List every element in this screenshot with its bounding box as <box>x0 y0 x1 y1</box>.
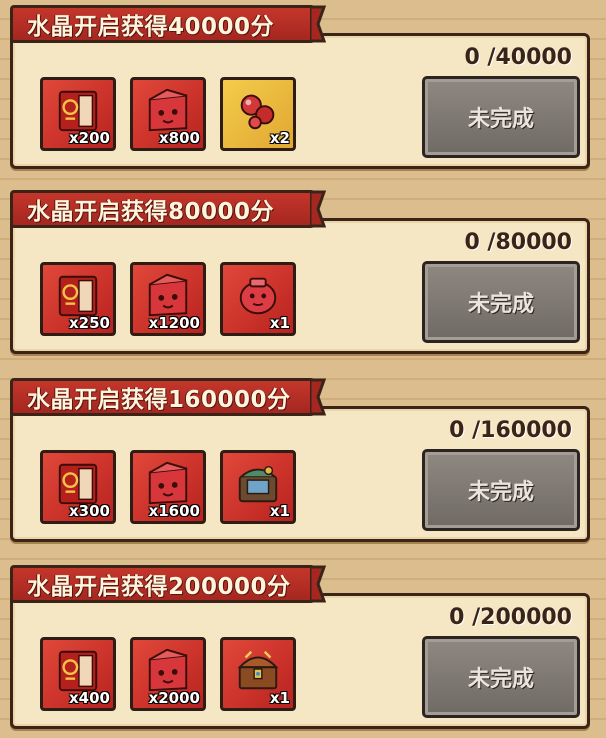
red-book-icon <box>53 86 103 134</box>
reward-item[interactable]: x200 <box>40 77 116 151</box>
red-book-icon <box>53 646 103 694</box>
reward-items: x300 x1600 x1 <box>40 450 296 524</box>
reward-count: x200 <box>69 129 110 147</box>
banner-tail-icon <box>310 378 326 416</box>
reward-count: x250 <box>69 314 110 332</box>
treasure-bundle-icon <box>233 459 283 507</box>
reward-count: x1600 <box>148 502 200 520</box>
tier-title: 水晶开启获得40000分 <box>10 5 315 43</box>
red-crystal-box-icon <box>143 459 193 507</box>
reward-items: x250 x1200 x1 <box>40 262 296 336</box>
red-crystal-box-icon <box>143 86 193 134</box>
reward-tier-card: 水晶开启获得160000分 0 /160000 x300 x1600 x1 未完成 <box>10 378 590 543</box>
reward-count: x1 <box>269 689 290 707</box>
tier-progress: 0 /80000 <box>464 230 572 255</box>
reward-item[interactable]: x1200 <box>130 262 206 336</box>
claim-button[interactable]: 未完成 <box>422 636 580 718</box>
reward-item[interactable]: x1 <box>220 637 296 711</box>
reward-count: x800 <box>159 129 200 147</box>
reward-tier-card: 水晶开启获得40000分 0 /40000 x200 x800 x2 未完成 <box>10 5 590 170</box>
banner-tail-icon <box>310 190 326 228</box>
reward-item[interactable]: x1 <box>220 262 296 336</box>
red-gem-pot-icon <box>233 271 283 319</box>
red-gem-pack-icon <box>233 86 283 134</box>
tier-progress: 0 /40000 <box>464 45 572 70</box>
reward-item[interactable]: x250 <box>40 262 116 336</box>
reward-count: x300 <box>69 502 110 520</box>
reward-item[interactable]: x300 <box>40 450 116 524</box>
red-book-icon <box>53 271 103 319</box>
reward-tier-card: 水晶开启获得80000分 0 /80000 x250 x1200 x1 未完成 <box>10 190 590 355</box>
reward-count: x2 <box>269 129 290 147</box>
tier-progress: 0 /160000 <box>449 418 572 443</box>
treasure-chest-icon <box>233 646 283 694</box>
reward-item[interactable]: x800 <box>130 77 206 151</box>
reward-item[interactable]: x400 <box>40 637 116 711</box>
reward-count: x2000 <box>148 689 200 707</box>
claim-button[interactable]: 未完成 <box>422 449 580 531</box>
reward-count: x1 <box>269 502 290 520</box>
red-crystal-box-icon <box>143 646 193 694</box>
reward-tier-card: 水晶开启获得200000分 0 /200000 x400 x2000 x1 未完成 <box>10 565 590 730</box>
tier-title: 水晶开启获得200000分 <box>10 565 315 603</box>
tier-progress: 0 /200000 <box>449 605 572 630</box>
reward-count: x1200 <box>148 314 200 332</box>
reward-item[interactable]: x2000 <box>130 637 206 711</box>
banner-tail-icon <box>310 5 326 43</box>
tier-title: 水晶开启获得80000分 <box>10 190 315 228</box>
claim-button[interactable]: 未完成 <box>422 261 580 343</box>
tier-title: 水晶开启获得160000分 <box>10 378 315 416</box>
reward-count: x400 <box>69 689 110 707</box>
reward-items: x200 x800 x2 <box>40 77 296 151</box>
claim-button[interactable]: 未完成 <box>422 76 580 158</box>
reward-item[interactable]: x2 <box>220 77 296 151</box>
banner-tail-icon <box>310 565 326 603</box>
reward-item[interactable]: x1 <box>220 450 296 524</box>
red-book-icon <box>53 459 103 507</box>
reward-count: x1 <box>269 314 290 332</box>
reward-item[interactable]: x1600 <box>130 450 206 524</box>
red-crystal-box-icon <box>143 271 193 319</box>
reward-items: x400 x2000 x1 <box>40 637 296 711</box>
